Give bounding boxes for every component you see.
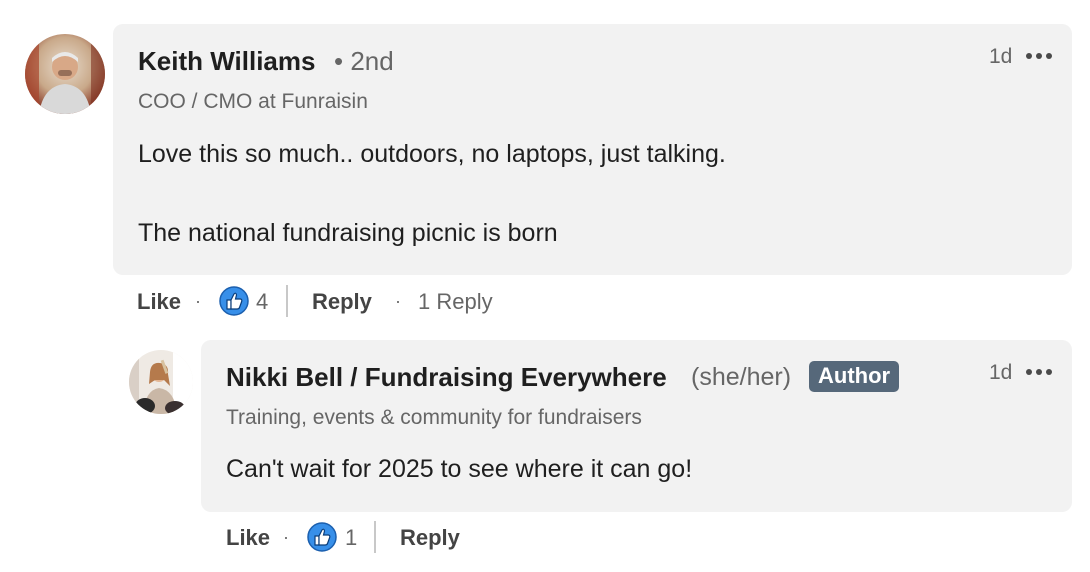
author-pronouns: (she/her)	[691, 363, 792, 391]
author-badge: Author	[809, 361, 900, 392]
reply-author-name[interactable]: Nikki Bell / Fundraising Everywhere	[226, 362, 667, 393]
like-thumbs-up-icon[interactable]	[219, 286, 249, 316]
comment-text-line-1: Love this so much.. outdoors, no laptops…	[138, 140, 726, 168]
comments-section: Keith Williams • 2nd COO / CMO at Funrai…	[0, 0, 1090, 572]
avatar-photo-icon	[129, 350, 193, 414]
reaction-count[interactable]: 1	[345, 525, 357, 551]
reaction-count[interactable]: 4	[256, 289, 268, 315]
separator-dot: ·	[283, 527, 289, 547]
like-thumbs-up-icon[interactable]	[307, 522, 337, 552]
author-headline: Training, events & community for fundrai…	[226, 406, 642, 429]
connection-degree: • 2nd	[334, 46, 394, 76]
comment-author-name[interactable]: Keith Williams	[138, 46, 315, 77]
more-options-icon[interactable]	[1026, 50, 1056, 62]
like-button[interactable]: Like	[137, 289, 181, 315]
like-button[interactable]: Like	[226, 525, 270, 551]
separator-dot: ·	[195, 291, 201, 311]
reply-timestamp: 1d	[989, 361, 1013, 384]
reply-button[interactable]: Reply	[312, 289, 372, 315]
reply-text: Can't wait for 2025 to see where it can …	[226, 455, 693, 483]
reply-button[interactable]: Reply	[400, 525, 460, 551]
avatar-photo-icon	[25, 34, 105, 114]
comment-text-line-2: The national fundraising picnic is born	[138, 219, 558, 247]
replies-count-link[interactable]: 1 Reply	[418, 289, 493, 315]
separator-dot: ·	[395, 291, 401, 311]
author-headline: COO / CMO at Funraisin	[138, 90, 368, 113]
avatar[interactable]	[129, 350, 193, 414]
comment-timestamp: 1d	[989, 45, 1013, 68]
avatar[interactable]	[25, 34, 105, 114]
divider	[374, 521, 376, 553]
divider	[286, 285, 288, 317]
more-options-icon[interactable]	[1026, 366, 1056, 378]
